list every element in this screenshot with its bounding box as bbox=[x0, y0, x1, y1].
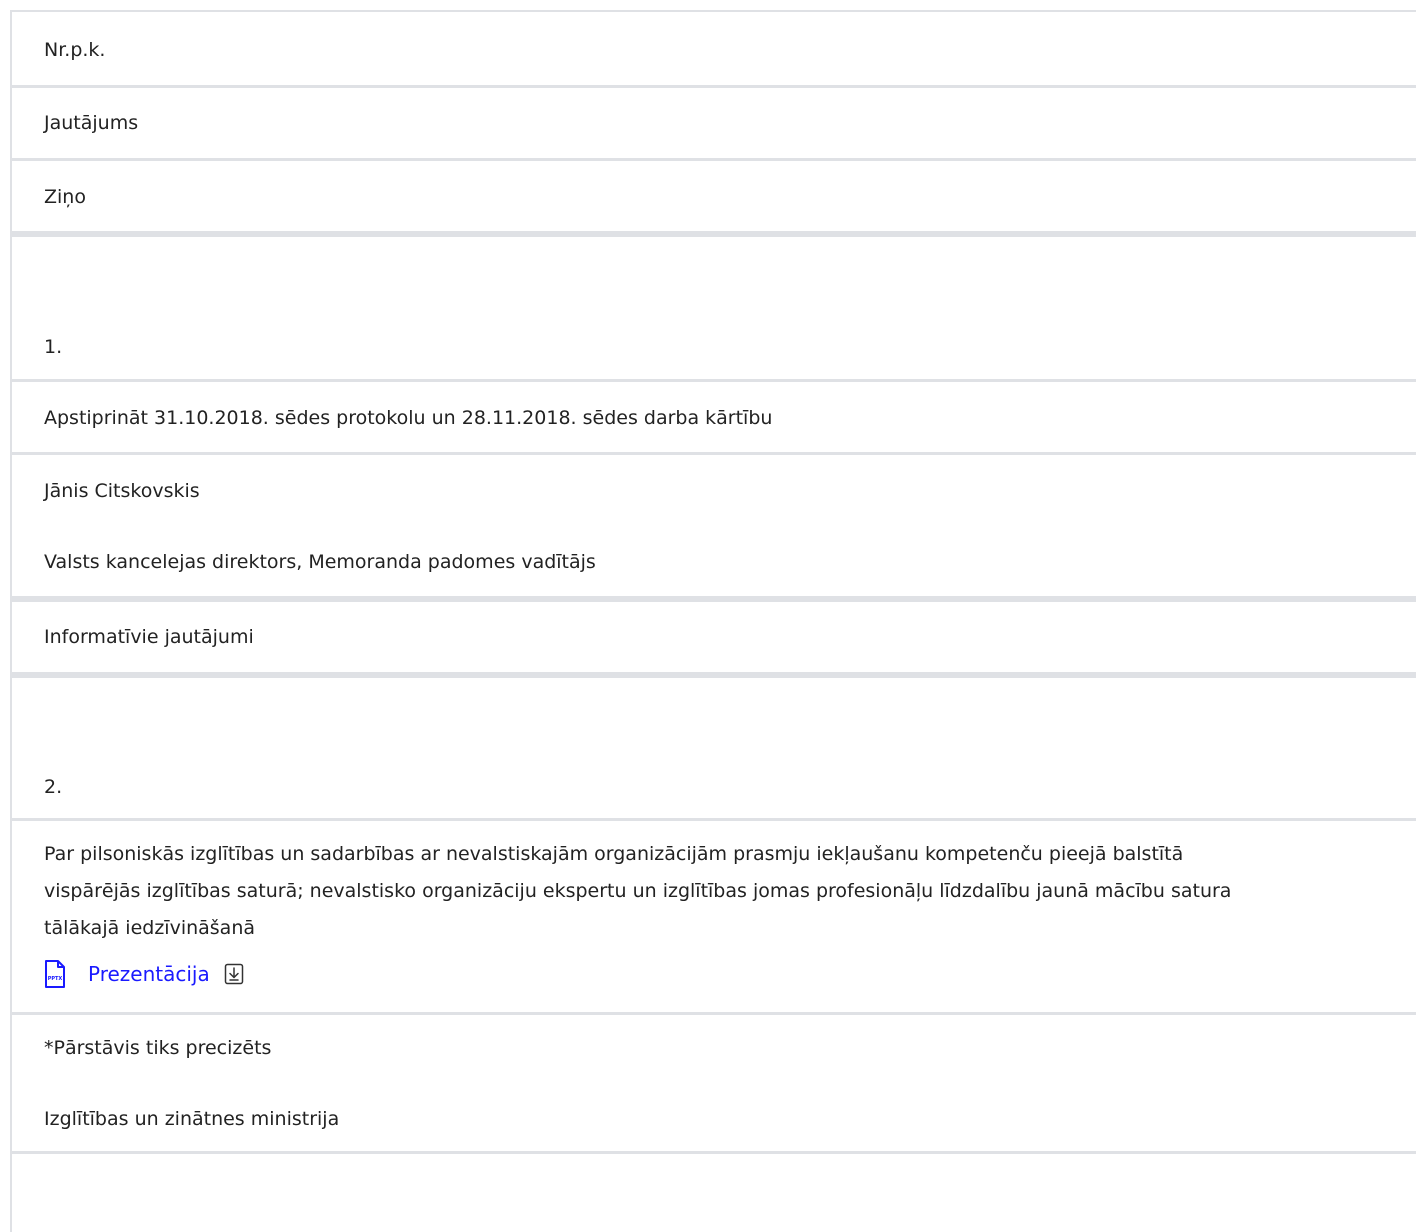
header-nr-label: Nr.p.k. bbox=[44, 39, 106, 61]
row-divider bbox=[10, 452, 1416, 455]
pptx-file-icon: PPTX bbox=[45, 960, 65, 988]
section-divider bbox=[10, 672, 1416, 678]
item-1-question: Apstiprināt 31.10.2018. sēdes protokolu … bbox=[44, 407, 773, 429]
header-reporter-label: Ziņo bbox=[44, 186, 86, 208]
item-2-question-line3: tālākajā iedzīvināšanā bbox=[44, 917, 256, 939]
row-divider bbox=[10, 1012, 1416, 1015]
row-divider bbox=[10, 1151, 1416, 1154]
attachment-link[interactable]: PPTX Prezentācija bbox=[44, 957, 244, 991]
header-divider bbox=[10, 231, 1416, 237]
item-divider bbox=[10, 596, 1416, 602]
download-icon[interactable] bbox=[224, 963, 244, 985]
section-informative-title: Informatīvie jautājumi bbox=[44, 626, 254, 648]
item-2-reporter-role: Izglītības un zinātnes ministrija bbox=[44, 1108, 340, 1130]
item-1-reporter-name: Jānis Citskovskis bbox=[44, 480, 200, 502]
row-divider bbox=[10, 379, 1416, 382]
row-divider bbox=[10, 818, 1416, 821]
row-divider bbox=[10, 85, 1416, 88]
attachment-link-label[interactable]: Prezentācija bbox=[88, 962, 210, 986]
item-1-number: 1. bbox=[44, 336, 63, 358]
item-1-reporter-role: Valsts kancelejas direktors, Memoranda p… bbox=[44, 551, 596, 573]
item-2-reporter-name: *Pārstāvis tiks precizēts bbox=[44, 1037, 272, 1059]
row-divider bbox=[10, 158, 1416, 161]
file-type-label: PPTX bbox=[48, 976, 63, 982]
item-2-question-line2: vispārējās izglītības saturā; nevalstisk… bbox=[44, 880, 1232, 902]
item-2-number: 2. bbox=[44, 776, 63, 798]
item-2-question-line1: Par pilsoniskās izglītības un sadarbības… bbox=[44, 843, 1184, 865]
header-question-label: Jautājums bbox=[44, 112, 139, 134]
